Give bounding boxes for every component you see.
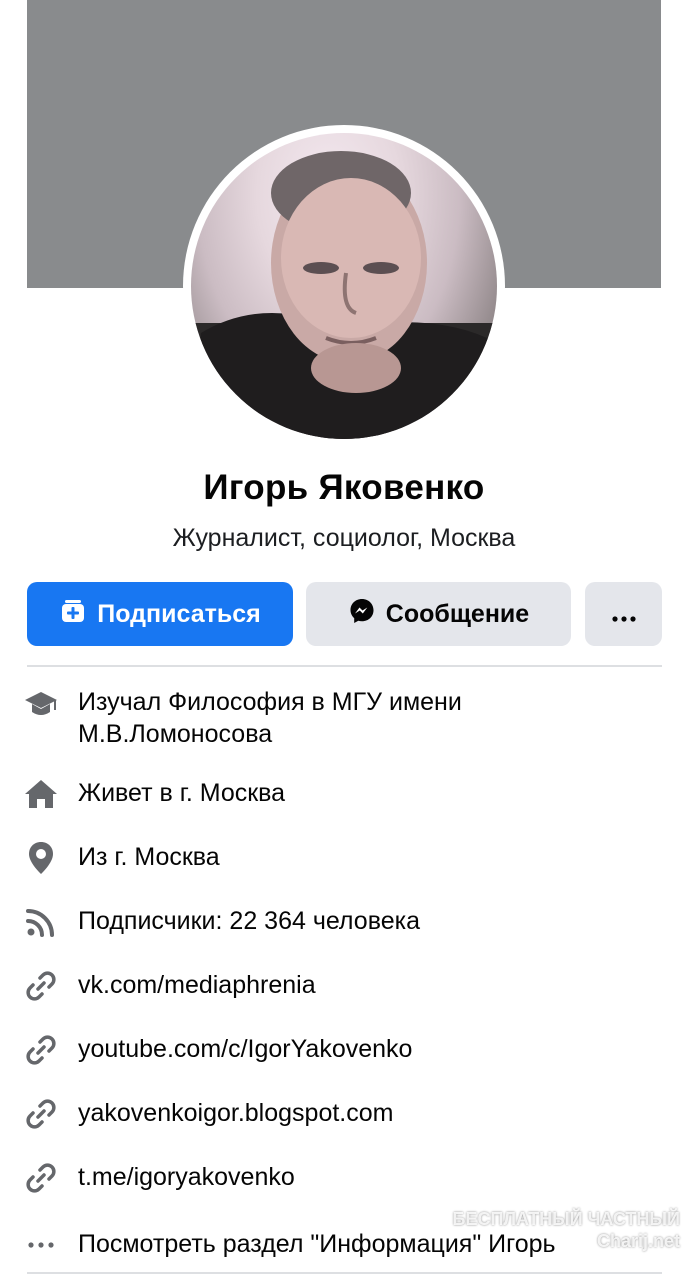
watermark-line1: БЕСПЛАТНЫЙ ЧАСТНЫЙ	[452, 1209, 680, 1229]
education-cap-icon	[24, 688, 58, 722]
follow-button[interactable]: Подписаться	[27, 582, 293, 646]
link-icon	[24, 1097, 58, 1131]
rss-followers-icon	[24, 905, 58, 939]
watermark-line2: Charij.net	[596, 1231, 680, 1251]
info-from-prefix: Из г.	[78, 843, 135, 871]
link-icon	[24, 969, 58, 1003]
home-icon	[24, 777, 58, 811]
info-education-prefix: Изучал Философия в	[78, 688, 332, 716]
profile-avatar[interactable]	[183, 125, 505, 447]
follow-label: Подписаться	[97, 599, 261, 628]
info-lives-prefix: Живет в г.	[78, 779, 200, 807]
watermark: БЕСПЛАТНЫЙ ЧАСТНЫЙ Charij.net	[440, 1208, 680, 1252]
more-dots-icon	[24, 1228, 58, 1262]
profile-name: Игорь Яковенко	[203, 468, 485, 507]
link-icon	[24, 1161, 58, 1195]
info-from-value[interactable]: Москва	[134, 843, 219, 871]
messenger-icon	[348, 597, 376, 632]
info-link-vk-text: vk.com/mediaphrenia	[78, 971, 316, 999]
profile-subtitle: Журналист, социолог, Москва	[172, 524, 516, 552]
more-dots-icon	[611, 600, 636, 629]
message-button[interactable]: Сообщение	[306, 582, 571, 646]
location-pin-icon	[24, 841, 58, 875]
info-lives-value[interactable]: Москва	[200, 779, 285, 807]
info-link-blog-text: yakovenkoigor.blogspot.com	[78, 1099, 394, 1127]
bottom-divider	[27, 1272, 662, 1274]
info-link-telegram-text: t.me/igoryakovenko	[78, 1163, 295, 1191]
section-divider	[27, 665, 662, 667]
more-options-button[interactable]	[585, 582, 662, 646]
avatar-photo	[191, 133, 497, 439]
info-followers-text: Подписчики: 22 364 человека	[78, 907, 420, 935]
info-link-youtube-text: youtube.com/c/IgorYakovenko	[78, 1035, 413, 1063]
link-icon	[24, 1033, 58, 1067]
message-label: Сообщение	[385, 599, 530, 628]
follow-icon	[59, 597, 87, 632]
